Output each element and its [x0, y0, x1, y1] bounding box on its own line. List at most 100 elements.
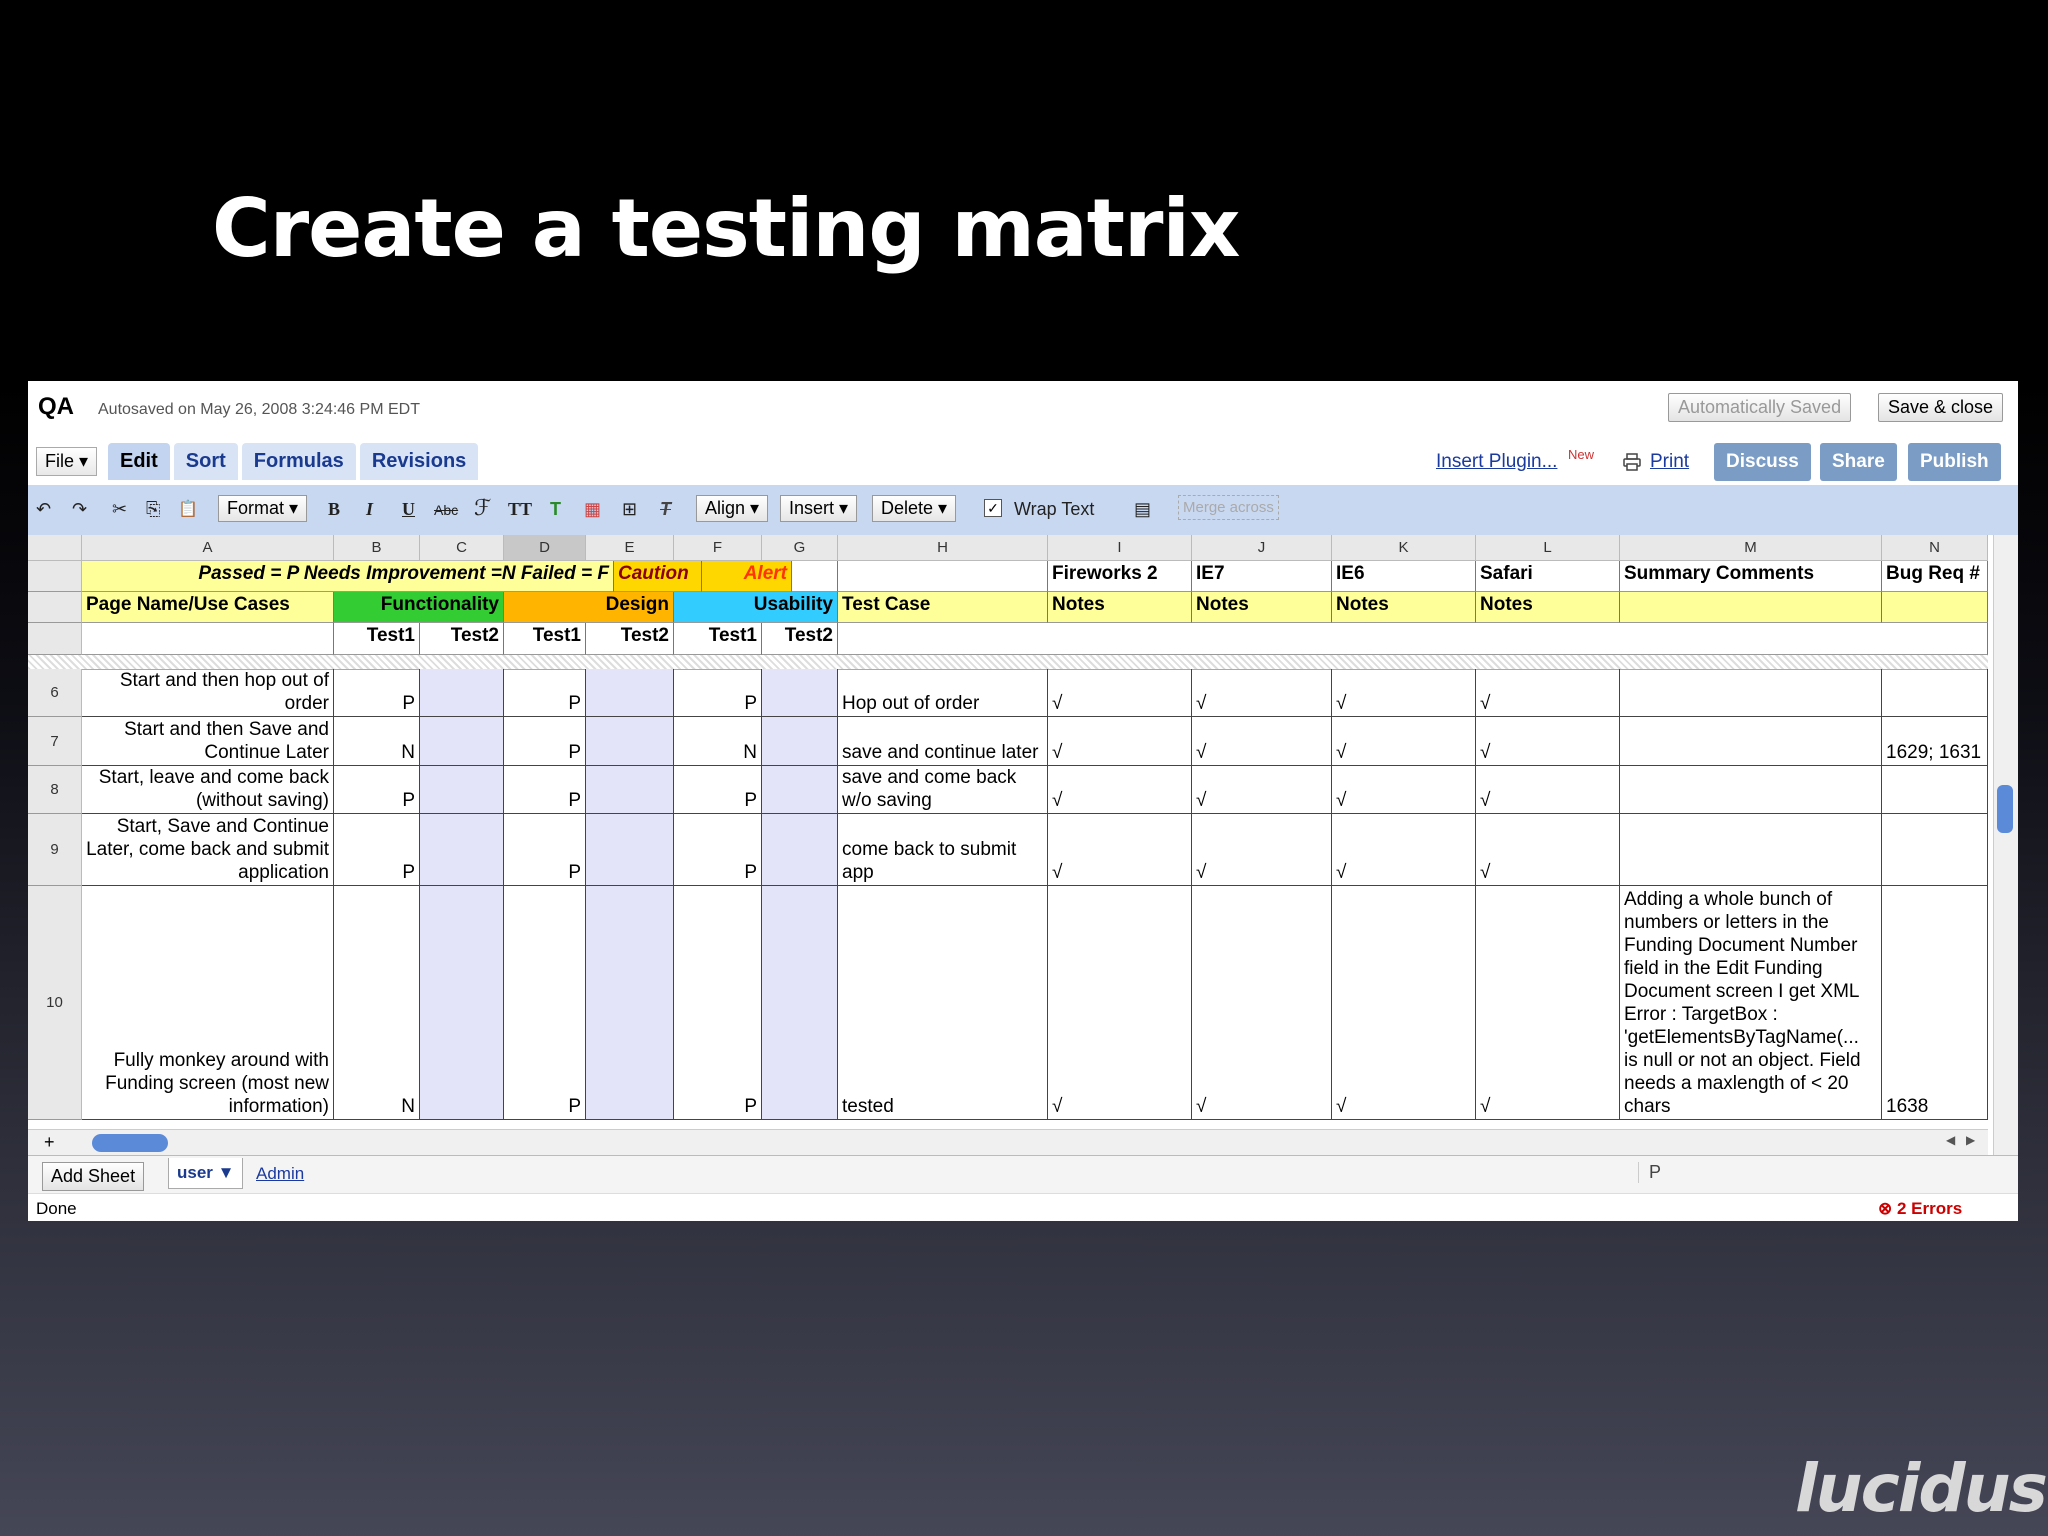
table-cell-c[interactable]: [420, 814, 504, 886]
bold-button[interactable]: B: [328, 499, 340, 520]
column-header-g[interactable]: G: [762, 535, 838, 561]
tab-sort[interactable]: Sort: [173, 443, 238, 480]
table-cell-m[interactable]: Adding a whole bunch of numbers or lette…: [1620, 886, 1882, 1120]
text-color-icon[interactable]: T: [550, 499, 561, 520]
font-size-icon[interactable]: TT: [508, 499, 532, 520]
table-cell-e[interactable]: [586, 886, 674, 1120]
design-header[interactable]: Design: [504, 592, 674, 623]
publish-button[interactable]: Publish: [1908, 443, 2001, 481]
table-cell-f[interactable]: N: [674, 717, 762, 766]
table-cell-i[interactable]: √: [1048, 886, 1192, 1120]
underline-button[interactable]: U: [402, 499, 415, 520]
format-dropdown[interactable]: Format ▾: [218, 495, 308, 522]
table-cell-n[interactable]: 1638: [1882, 886, 1988, 1120]
column-header-f[interactable]: F: [674, 535, 762, 561]
tab-revisions[interactable]: Revisions: [359, 443, 479, 480]
row-header[interactable]: 10: [28, 886, 82, 1120]
test1-header[interactable]: Test1: [504, 623, 586, 655]
redo-icon[interactable]: ↷: [72, 499, 87, 520]
table-cell-g[interactable]: [762, 669, 838, 717]
page-name-header[interactable]: Page Name/Use Cases: [82, 592, 334, 623]
table-cell-k[interactable]: √: [1332, 717, 1476, 766]
table-cell-m[interactable]: [1620, 669, 1882, 717]
functionality-header[interactable]: Functionality: [334, 592, 504, 623]
table-cell-l[interactable]: √: [1476, 669, 1620, 717]
add-row-button[interactable]: +: [44, 1132, 55, 1153]
corner-cell[interactable]: [28, 535, 82, 561]
table-cell-i[interactable]: √: [1048, 669, 1192, 717]
table-cell-a[interactable]: Start, leave and come back (without savi…: [82, 766, 334, 814]
table-cell-f[interactable]: P: [674, 886, 762, 1120]
legend-cell[interactable]: Passed = P Needs Improvement =N Failed =…: [82, 561, 614, 592]
table-cell-l[interactable]: √: [1476, 766, 1620, 814]
table-cell-f[interactable]: P: [674, 669, 762, 717]
table-cell-m[interactable]: [1620, 814, 1882, 886]
font-family-icon[interactable]: ℱ: [474, 495, 491, 521]
automatically-saved-button[interactable]: Automatically Saved: [1668, 393, 1852, 422]
notes-header-ie6[interactable]: Notes: [1332, 592, 1476, 623]
table-cell-d[interactable]: P: [504, 717, 586, 766]
usability-header[interactable]: Usability: [674, 592, 838, 623]
column-header-k[interactable]: K: [1332, 535, 1476, 561]
table-cell-j[interactable]: √: [1192, 766, 1332, 814]
table-cell-b[interactable]: N: [334, 717, 420, 766]
table-cell-c[interactable]: [420, 717, 504, 766]
borders-icon[interactable]: ⊞: [622, 499, 637, 520]
table-cell-m[interactable]: [1620, 766, 1882, 814]
blank-cell[interactable]: [82, 623, 334, 655]
table-cell-k[interactable]: √: [1332, 814, 1476, 886]
notes-header-fireworks[interactable]: Notes: [1048, 592, 1192, 623]
column-header-h[interactable]: H: [838, 535, 1048, 561]
table-cell-h[interactable]: save and come back w/o saving: [838, 766, 1048, 814]
table-cell-i[interactable]: √: [1048, 814, 1192, 886]
table-cell-j[interactable]: √: [1192, 669, 1332, 717]
alert-cell[interactable]: Alert: [702, 561, 792, 592]
table-cell-h[interactable]: come back to submit app: [838, 814, 1048, 886]
table-cell-e[interactable]: [586, 766, 674, 814]
table-cell-i[interactable]: √: [1048, 766, 1192, 814]
blank-cell[interactable]: [838, 561, 1048, 592]
test2-header[interactable]: Test2: [586, 623, 674, 655]
table-cell-k[interactable]: √: [1332, 669, 1476, 717]
test-case-header[interactable]: Test Case: [838, 592, 1048, 623]
blank-cell[interactable]: [792, 561, 838, 592]
bug-req-header[interactable]: Bug Req #: [1882, 561, 1988, 592]
column-header-b[interactable]: B: [334, 535, 420, 561]
table-cell-a[interactable]: Fully monkey around with Funding screen …: [82, 886, 334, 1120]
row-header[interactable]: [28, 623, 82, 655]
table-cell-e[interactable]: [586, 717, 674, 766]
scrollbar-thumb[interactable]: [92, 1134, 168, 1152]
print-link[interactable]: Print: [1650, 451, 1689, 473]
row-header[interactable]: [28, 561, 82, 592]
blank-cell[interactable]: [838, 623, 1988, 655]
column-header-i[interactable]: I: [1048, 535, 1192, 561]
scroll-left-icon[interactable]: ◀: [1946, 1133, 1955, 1147]
merge-across-button[interactable]: Merge across: [1178, 495, 1279, 520]
table-cell-h[interactable]: tested: [838, 886, 1048, 1120]
column-header-l[interactable]: L: [1476, 535, 1620, 561]
table-cell-d[interactable]: P: [504, 814, 586, 886]
table-cell-b[interactable]: P: [334, 766, 420, 814]
caution-cell[interactable]: Caution: [614, 561, 702, 592]
table-cell-c[interactable]: [420, 669, 504, 717]
table-cell-d[interactable]: P: [504, 766, 586, 814]
table-cell-k[interactable]: √: [1332, 886, 1476, 1120]
table-cell-g[interactable]: [762, 766, 838, 814]
errors-indicator[interactable]: ⊗ 2 Errors: [1878, 1199, 1962, 1219]
table-cell-b[interactable]: N: [334, 886, 420, 1120]
wrap-text-checkbox[interactable]: ✓: [984, 499, 1002, 517]
table-cell-l[interactable]: √: [1476, 814, 1620, 886]
undo-icon[interactable]: ↶: [36, 499, 51, 520]
sheet-tab-user[interactable]: user ▼: [168, 1158, 244, 1189]
row-header[interactable]: 8: [28, 766, 82, 814]
horizontal-scrollbar[interactable]: + ◀ ▶: [28, 1129, 1988, 1156]
table-cell-i[interactable]: √: [1048, 717, 1192, 766]
table-cell-a[interactable]: Start and then hop out of order: [82, 669, 334, 717]
table-cell-j[interactable]: √: [1192, 886, 1332, 1120]
save-close-button[interactable]: Save & close: [1878, 393, 2004, 422]
formula-bar[interactable]: P: [1638, 1162, 1849, 1183]
column-header-m[interactable]: M: [1620, 535, 1882, 561]
clear-formatting-icon[interactable]: T: [660, 499, 671, 520]
table-cell-c[interactable]: [420, 766, 504, 814]
add-sheet-button[interactable]: Add Sheet: [42, 1162, 145, 1191]
